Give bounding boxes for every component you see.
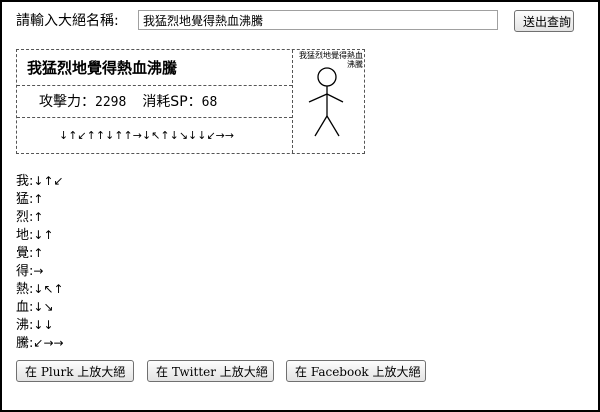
sp-cost-label: 消耗SP：: [142, 94, 202, 110]
breakdown-line: 血:↓↘: [16, 300, 54, 315]
breakdown-line: 我:↓↑↙: [16, 174, 64, 189]
breakdown-line: 猛:↑: [16, 192, 44, 207]
share-twitter-button[interactable]: 在 Twitter 上放大絕: [147, 360, 274, 382]
card-stats: 攻擊力：2298 消耗SP：68: [17, 86, 292, 118]
breakdown-line: 覺:↑: [16, 246, 44, 261]
breakdown-line: 沸:↓↓: [16, 318, 54, 333]
share-facebook-button[interactable]: 在 Facebook 上放大絕: [286, 360, 426, 382]
page-frame: 請輸入大絕名稱: 送出查詢 我猛烈地覺得熱血沸騰 攻擊力：2298 消耗SP：68…: [0, 0, 600, 412]
attack-label: 攻擊力：: [39, 94, 95, 110]
breakdown-line: 烈:↑: [16, 210, 44, 225]
combo-sequence: ↓↑↙↑↑↓↑↑→↓↖↑↓↘↓↓↙→→: [59, 129, 235, 142]
name-input[interactable]: [138, 10, 498, 30]
breakdown-line: 地:↓↑: [16, 228, 54, 243]
name-label: 請輸入大絕名稱:: [16, 13, 119, 29]
breakdown-line: 熱:↓↖↑: [16, 282, 64, 297]
stick-figure-icon: [308, 67, 344, 137]
char-breakdown: 我:↓↑↙ 猛:↑ 烈:↑ 地:↓↑ 覺:↑ 得:→ 熱:↓↖↑ 血:↓↘ 沸:…: [16, 172, 216, 352]
share-plurk-button[interactable]: 在 Plurk 上放大絕: [16, 360, 134, 382]
breakdown-line: 騰:↙→→: [16, 336, 64, 351]
move-card: 我猛烈地覺得熱血沸騰 攻擊力：2298 消耗SP：68 ↓↑↙↑↑↓↑↑→↓↖↑↓…: [16, 49, 365, 154]
breakdown-line: 得:→: [16, 264, 44, 279]
submit-button[interactable]: 送出查詢: [514, 10, 574, 32]
query-form: 請輸入大絕名稱: 送出查詢: [16, 10, 588, 32]
attack-value: 2298: [95, 95, 127, 110]
card-title: 我猛烈地覺得熱血沸騰: [17, 50, 292, 86]
card-art: 我猛烈地覺得熱血沸騰: [293, 50, 364, 153]
sp-cost-value: 68: [201, 95, 218, 110]
card-main: 我猛烈地覺得熱血沸騰 攻擊力：2298 消耗SP：68 ↓↑↙↑↑↓↑↑→↓↖↑↓…: [17, 50, 293, 153]
